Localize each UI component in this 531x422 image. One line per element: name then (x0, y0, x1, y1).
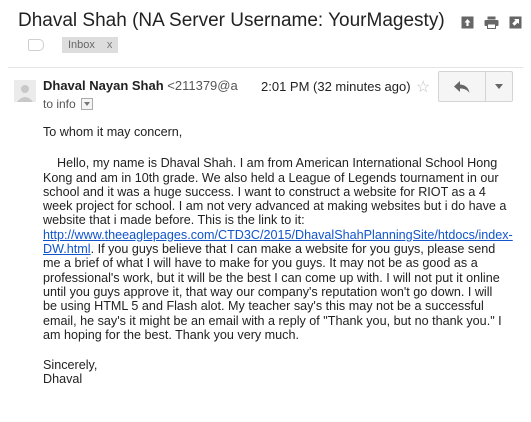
email-timestamp: 2:01 PM (32 minutes ago) (261, 79, 411, 94)
recipients-text: to info (43, 97, 76, 111)
header-actions (459, 14, 523, 30)
greeting: To whom it may concern, (43, 125, 183, 139)
closing: Sincerely, (43, 358, 98, 373)
sender-email: <211379@ai (167, 78, 238, 93)
email-header: Dhaval Shah (NA Server Username: YourMag… (18, 8, 523, 36)
label-remove-button[interactable]: x (107, 39, 113, 51)
show-details-button[interactable] (80, 98, 93, 110)
label-text: Inbox (68, 39, 95, 51)
importance-marker-icon[interactable] (28, 39, 44, 51)
more-actions-button[interactable] (486, 72, 512, 101)
chevron-down-icon (83, 102, 90, 106)
print-icon[interactable] (483, 14, 499, 30)
label-row: Inbox x (28, 36, 119, 54)
star-icon[interactable]: ☆ (416, 77, 430, 97)
body-text-before-link: Hello, my name is Dhaval Shah. I am from… (43, 156, 507, 228)
body-text-after-link: . If you guys believe that I can make a … (43, 242, 502, 342)
recipients: to info (43, 97, 93, 111)
reply-button-group (438, 71, 513, 102)
divider (8, 67, 523, 68)
sender-name[interactable]: Dhaval Nayan Shah (43, 78, 164, 93)
email-subject: Dhaval Shah (NA Server Username: YourMag… (18, 10, 445, 31)
reply-button[interactable] (439, 72, 486, 101)
chevron-down-icon (495, 84, 503, 89)
archive-icon[interactable] (459, 14, 475, 30)
reply-icon (454, 80, 470, 93)
sender: Dhaval Nayan Shah <211379@ai (43, 78, 238, 93)
main-paragraph: Hello, my name is Dhaval Shah. I am from… (43, 156, 513, 342)
email-body: To whom it may concern, Hello, my name i… (43, 125, 513, 387)
new-window-icon[interactable] (507, 14, 523, 30)
avatar (14, 80, 36, 102)
label-chip-inbox[interactable]: Inbox x (62, 37, 119, 53)
signature: Dhaval (43, 372, 83, 387)
